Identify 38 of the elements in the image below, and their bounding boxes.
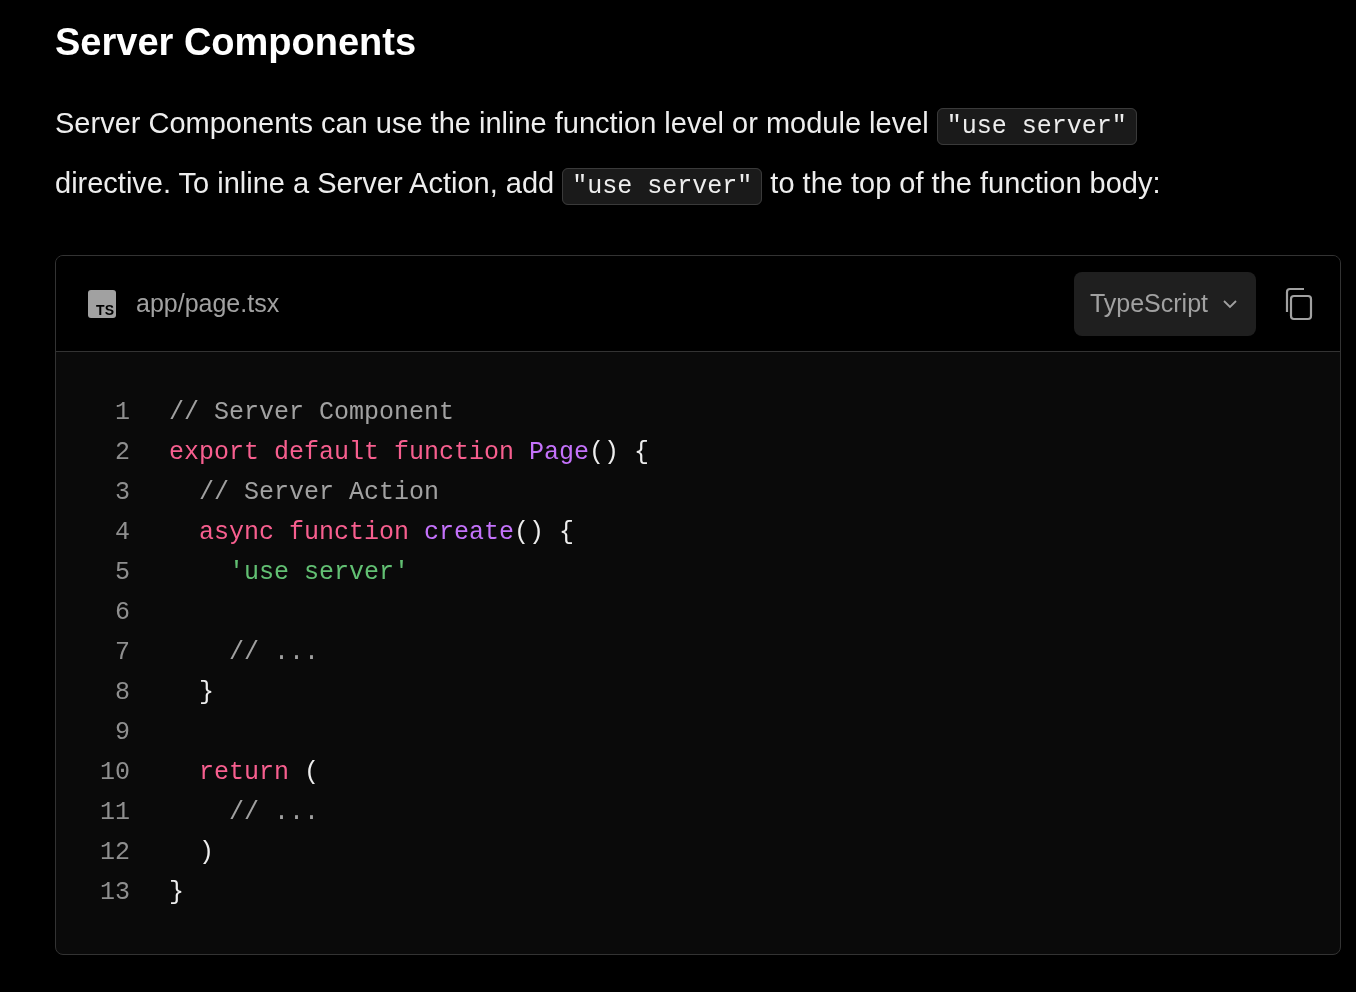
line-number: 2 xyxy=(114,437,130,469)
code-token: async function xyxy=(198,517,411,549)
file-name: app/page.tsx xyxy=(136,287,280,319)
inline-code: "use server" xyxy=(936,108,1137,145)
line-number: 3 xyxy=(114,477,130,509)
line-number: 6 xyxy=(114,597,130,629)
code-token: // Server Component xyxy=(169,397,455,429)
inline-code: "use server" xyxy=(562,168,763,205)
code-token: // Server Action xyxy=(198,477,440,509)
code-token: } xyxy=(169,877,184,909)
line-number: 1 xyxy=(114,397,130,429)
code-token: ) xyxy=(198,837,214,869)
code-token: ( xyxy=(304,757,320,789)
code-token: // ... xyxy=(228,637,320,669)
code-token: export default function xyxy=(169,437,516,469)
code-token: () { xyxy=(589,437,650,469)
body-text: to the top of the function body: xyxy=(770,167,1161,199)
section-heading: Server Components xyxy=(55,20,418,65)
line-number: 7 xyxy=(114,637,130,669)
line-number: 10 xyxy=(99,757,130,789)
typescript-file-icon: TS xyxy=(88,289,116,318)
line-number: 13 xyxy=(99,877,130,909)
language-select[interactable]: TypeScript xyxy=(1073,271,1256,336)
code-token: create xyxy=(424,517,515,549)
body-text: directive. To inline a Server Action, add xyxy=(55,167,555,199)
code-token: () { xyxy=(514,517,575,549)
line-number: 4 xyxy=(114,517,130,549)
code-token: } xyxy=(198,677,214,709)
code-token: Page xyxy=(529,437,590,469)
line-number: 8 xyxy=(114,677,130,709)
line-number: 12 xyxy=(99,837,130,869)
line-number: 11 xyxy=(99,797,130,829)
code-token: 'use server' xyxy=(228,557,410,589)
line-number: 9 xyxy=(114,717,130,749)
line-number: 5 xyxy=(114,557,130,589)
code-token: return xyxy=(198,757,291,789)
code-token: // ... xyxy=(228,797,320,829)
body-text: Server Components can use the inline function level or module level xyxy=(55,107,929,139)
